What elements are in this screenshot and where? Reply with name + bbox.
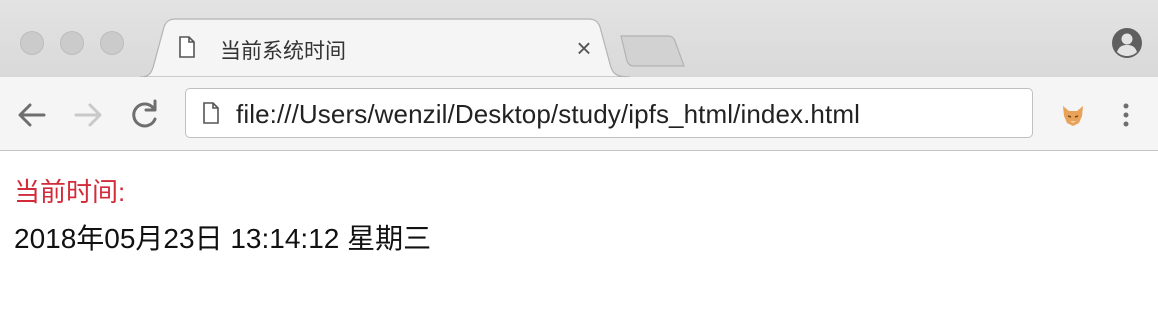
page-content: 当前时间: 2018年05月23日 13:14:12 星期三 — [0, 152, 1158, 314]
toolbar: file:///Users/wenzil/Desktop/study/ipfs_… — [0, 77, 1158, 151]
document-icon — [203, 102, 219, 124]
browser-window: 当前系统时间 × file:///Users/wenzil/Desktop/st… — [0, 0, 1158, 314]
profile-icon[interactable] — [1110, 26, 1144, 60]
address-bar[interactable]: file:///Users/wenzil/Desktop/study/ipfs_… — [185, 88, 1033, 138]
zoom-window-button[interactable] — [100, 31, 124, 55]
forward-arrow-icon[interactable] — [70, 97, 106, 133]
menu-kebab-icon[interactable] — [1116, 99, 1136, 131]
reload-icon[interactable] — [126, 97, 162, 133]
back-arrow-icon[interactable] — [14, 97, 50, 133]
current-time-label: 当前时间: — [14, 177, 126, 207]
address-bar-url[interactable]: file:///Users/wenzil/Desktop/study/ipfs_… — [236, 99, 860, 130]
document-icon — [179, 36, 195, 58]
tab-shape — [140, 18, 630, 77]
tab-current[interactable]: 当前系统时间 × — [140, 18, 630, 77]
tab-strip: 当前系统时间 × — [0, 0, 1158, 77]
close-window-button[interactable] — [20, 31, 44, 55]
current-datetime: 2018年05月23日 13:14:12 星期三 — [14, 223, 432, 254]
extension-fox-icon[interactable] — [1060, 102, 1086, 128]
minimize-window-button[interactable] — [60, 31, 84, 55]
tab-close-icon[interactable]: × — [572, 35, 596, 61]
tab-title: 当前系统时间 — [220, 40, 346, 63]
new-tab-button[interactable] — [618, 33, 688, 69]
